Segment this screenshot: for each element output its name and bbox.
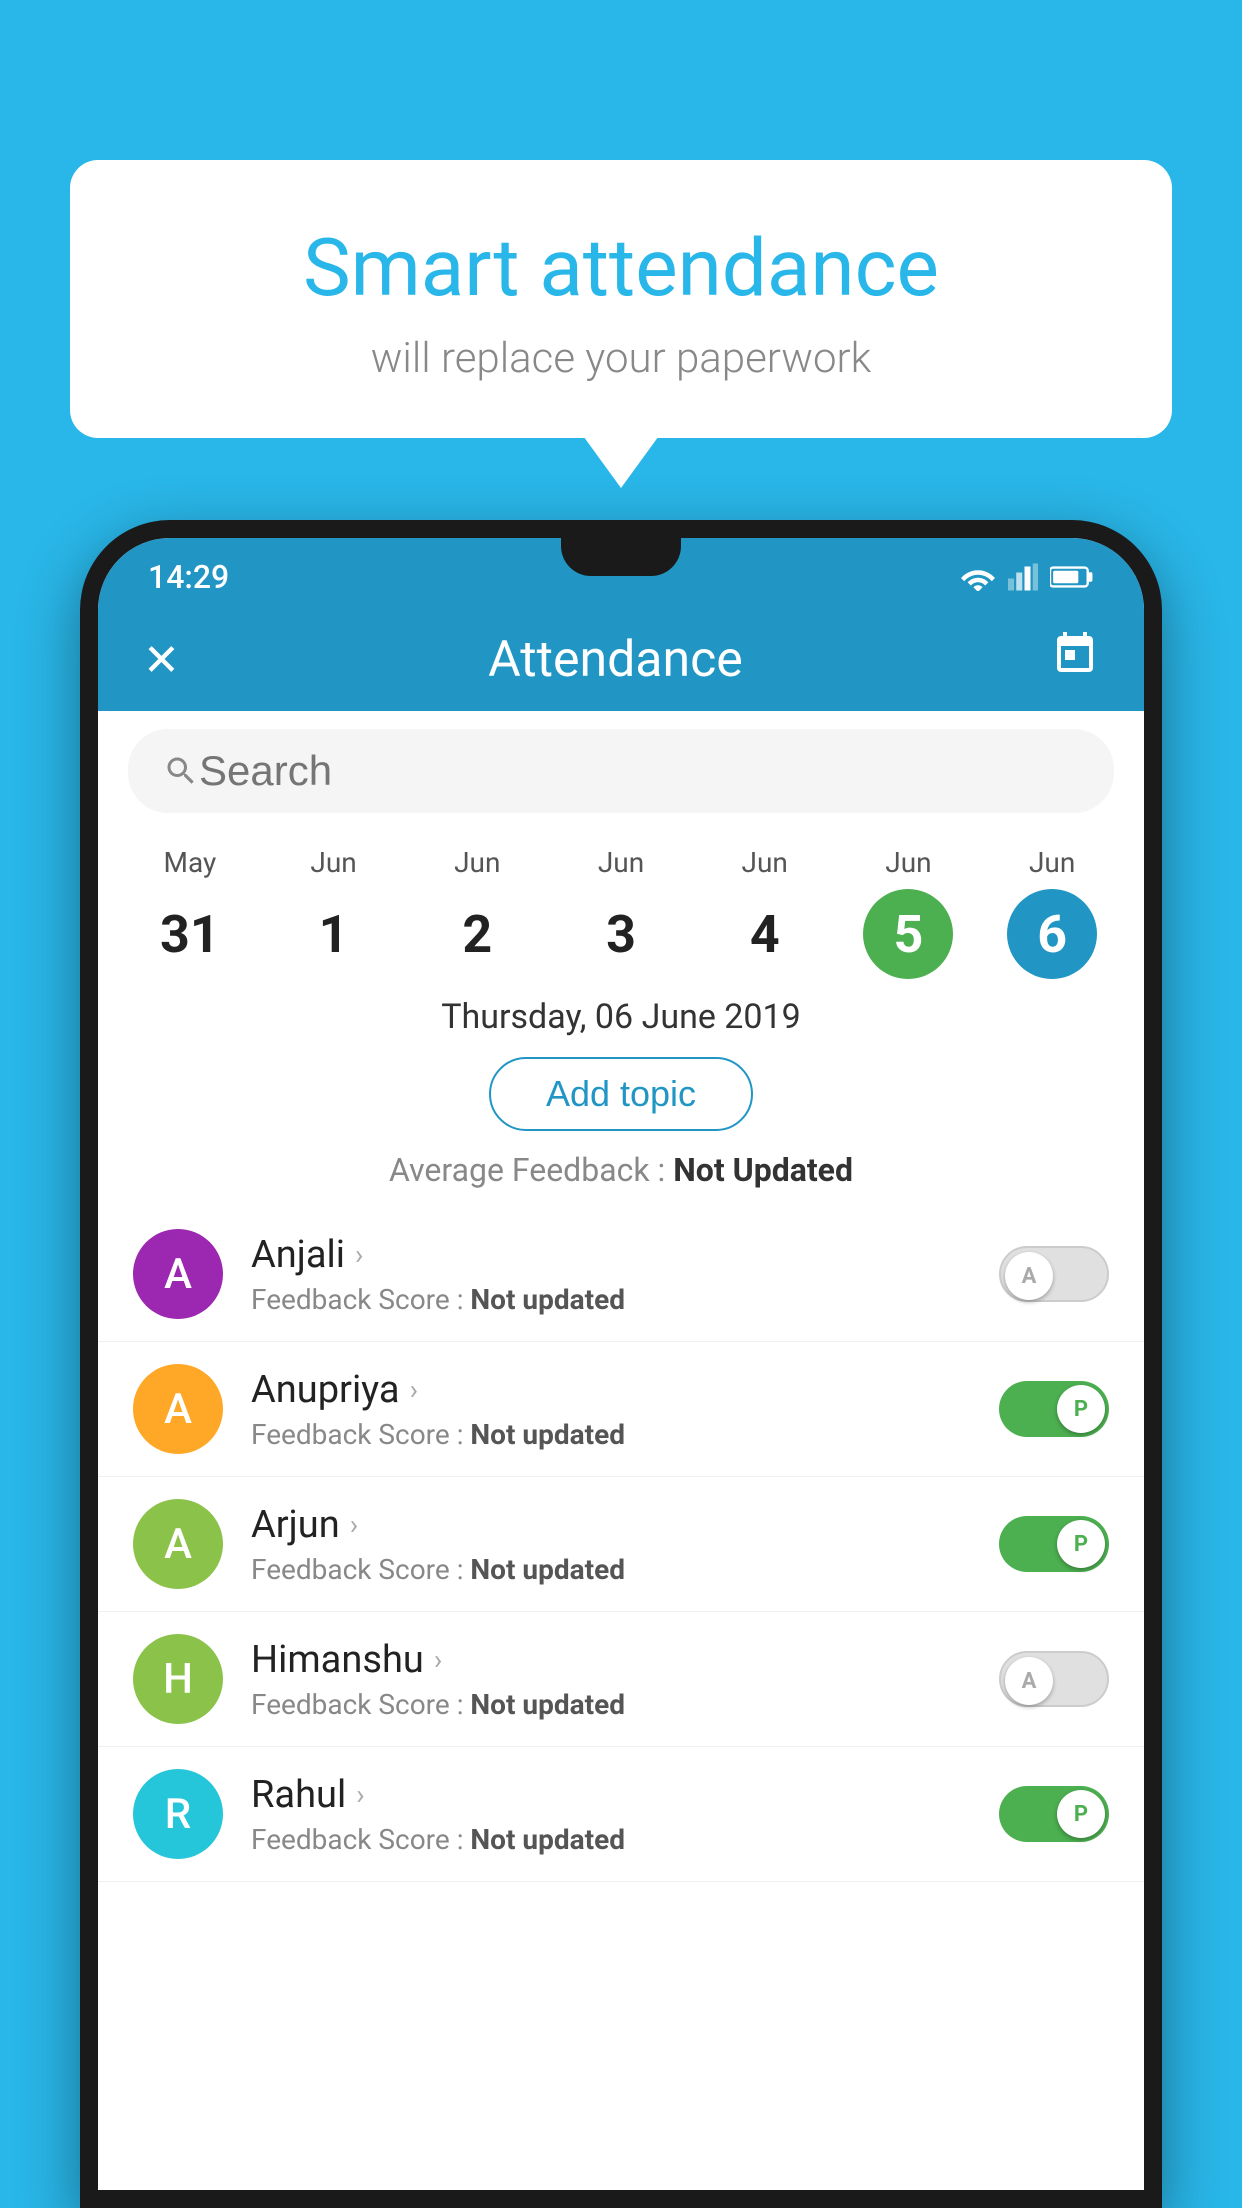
name-text: Arjun xyxy=(251,1503,340,1547)
avatar: A xyxy=(133,1364,223,1454)
feedback-score: Feedback Score : Not updated xyxy=(251,1688,999,1721)
student-list: AAnjali›Feedback Score : Not updatedAAAn… xyxy=(98,1207,1144,2190)
calendar-day[interactable]: Jun 3 xyxy=(549,846,693,979)
attendance-toggle[interactable]: P xyxy=(999,1786,1109,1842)
feedback-score: Feedback Score : Not updated xyxy=(251,1283,999,1316)
avatar: H xyxy=(133,1634,223,1724)
avatar: R xyxy=(133,1769,223,1859)
wifi-icon xyxy=(960,563,996,591)
toggle-knob: P xyxy=(1057,1520,1105,1568)
search-icon xyxy=(163,753,199,789)
cal-month-label: Jun xyxy=(310,846,356,879)
chevron-right-icon: › xyxy=(410,1373,418,1406)
feedback-score: Feedback Score : Not updated xyxy=(251,1553,999,1586)
notch xyxy=(561,538,681,576)
cal-day-number: 3 xyxy=(576,889,666,979)
app-bar: ✕ Attendance xyxy=(98,608,1144,711)
cal-day-number: 2 xyxy=(432,889,522,979)
toggle-knob: P xyxy=(1057,1385,1105,1433)
cal-day-number: 4 xyxy=(720,889,810,979)
avatar: A xyxy=(133,1499,223,1589)
student-item[interactable]: A Arjun › Feedback Score : Not updated P xyxy=(98,1477,1144,1612)
avatar: A xyxy=(133,1229,223,1319)
phone-screen: 14:29 xyxy=(98,538,1144,2190)
student-item[interactable]: R Rahul › Feedback Score : Not updated P xyxy=(98,1747,1144,1882)
calendar-day[interactable]: Jun 4 xyxy=(693,846,837,979)
name-text: Rahul xyxy=(251,1773,346,1817)
battery-icon xyxy=(1050,564,1094,590)
calendar-day[interactable]: Jun 2 xyxy=(405,846,549,979)
feedback-score: Feedback Score : Not updated xyxy=(251,1418,999,1451)
cal-day-number: 1 xyxy=(289,889,379,979)
cal-day-number: 5 xyxy=(863,889,953,979)
signal-icon xyxy=(1008,563,1038,591)
status-icons xyxy=(960,563,1094,591)
student-info: Himanshu › Feedback Score : Not updated xyxy=(251,1638,999,1721)
student-info: Rahul › Feedback Score : Not updated xyxy=(251,1773,999,1856)
search-container[interactable] xyxy=(128,729,1114,813)
name-text: Himanshu xyxy=(251,1638,424,1682)
name-text: Anupriya xyxy=(251,1368,400,1412)
student-item[interactable]: AAnjali›Feedback Score : Not updatedA xyxy=(98,1207,1144,1342)
attendance-toggle[interactable]: P xyxy=(999,1516,1109,1572)
student-info: Arjun › Feedback Score : Not updated xyxy=(251,1503,999,1586)
chevron-right-icon: › xyxy=(355,1238,363,1271)
cal-month-label: May xyxy=(164,846,217,879)
student-item[interactable]: H Himanshu › Feedback Score : Not updatedA xyxy=(98,1612,1144,1747)
feedback-score: Feedback Score : Not updated xyxy=(251,1823,999,1856)
toggle-knob: P xyxy=(1057,1790,1105,1838)
feedback-value: Not Updated xyxy=(673,1151,853,1189)
bubble-title: Smart attendance xyxy=(120,220,1122,316)
cal-day-number: 31 xyxy=(145,889,235,979)
student-name: Arjun › xyxy=(251,1503,999,1547)
calendar-day[interactable]: May 31 xyxy=(118,846,262,979)
search-input[interactable] xyxy=(199,747,1079,795)
calendar-strip: May 31 Jun 1 Jun 2 Jun 3 Jun 4 Jun 5 Jun 6 xyxy=(98,831,1144,979)
feedback-summary: Average Feedback : Not Updated xyxy=(98,1151,1144,1207)
cal-month-label: Jun xyxy=(598,846,644,879)
close-icon[interactable]: ✕ xyxy=(143,634,180,686)
add-topic-button[interactable]: Add topic xyxy=(489,1057,753,1131)
chevron-right-icon: › xyxy=(356,1778,364,1811)
attendance-toggle[interactable]: P xyxy=(999,1381,1109,1437)
cal-month-label: Jun xyxy=(885,846,931,879)
student-item[interactable]: A Anupriya › Feedback Score : Not updated P xyxy=(98,1342,1144,1477)
calendar-icon[interactable] xyxy=(1051,630,1099,689)
phone-frame: 14:29 xyxy=(80,520,1162,2208)
student-info: Anupriya › Feedback Score : Not updated xyxy=(251,1368,999,1451)
cal-month-label: Jun xyxy=(454,846,500,879)
cal-month-label: Jun xyxy=(1029,846,1075,879)
toggle-knob: A xyxy=(1005,1657,1053,1705)
bubble-subtitle: will replace your paperwork xyxy=(120,334,1122,383)
chevron-right-icon: › xyxy=(350,1508,358,1541)
attendance-toggle[interactable]: A xyxy=(999,1651,1109,1707)
student-name: Anjali › xyxy=(251,1233,999,1277)
attendance-toggle[interactable]: A xyxy=(999,1246,1109,1302)
student-info: Anjali › Feedback Score : Not updated xyxy=(251,1233,999,1316)
chevron-right-icon: › xyxy=(434,1643,442,1676)
student-name: Anupriya › xyxy=(251,1368,999,1412)
name-text: Anjali xyxy=(251,1233,345,1277)
cal-day-number: 6 xyxy=(1007,889,1097,979)
calendar-day[interactable]: Jun 5 xyxy=(837,846,981,979)
student-name: Himanshu › xyxy=(251,1638,999,1682)
status-time: 14:29 xyxy=(148,558,229,596)
cal-month-label: Jun xyxy=(742,846,788,879)
student-name: Rahul › xyxy=(251,1773,999,1817)
feedback-label: Average Feedback : xyxy=(389,1151,673,1189)
speech-bubble: Smart attendance will replace your paper… xyxy=(70,160,1172,438)
calendar-day[interactable]: Jun 1 xyxy=(262,846,406,979)
calendar-day[interactable]: Jun 6 xyxy=(980,846,1124,979)
speech-bubble-container: Smart attendance will replace your paper… xyxy=(70,160,1172,438)
toggle-knob: A xyxy=(1005,1252,1053,1300)
app-bar-title: Attendance xyxy=(488,631,743,689)
selected-date: Thursday, 06 June 2019 xyxy=(98,979,1144,1047)
